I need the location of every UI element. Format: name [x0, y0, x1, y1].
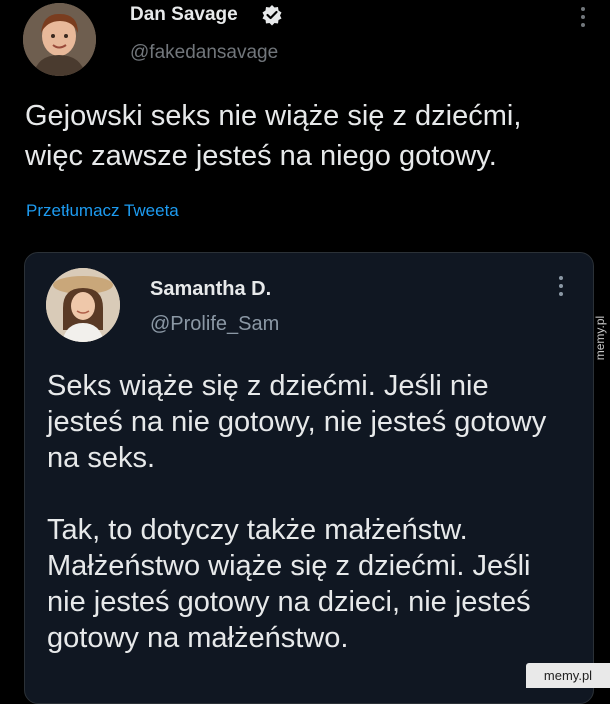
quoted-author-handle[interactable]: @Prolife_Sam: [150, 313, 279, 336]
more-vertical-icon[interactable]: [578, 7, 588, 31]
tweet: Dan Savage @fakedansavage Gejowski seks …: [0, 0, 610, 704]
side-watermark: memy.pl: [593, 315, 607, 361]
author-handle[interactable]: @fakedansavage: [130, 42, 278, 64]
corner-watermark: memy.pl: [526, 663, 610, 688]
more-vertical-icon[interactable]: [556, 276, 566, 300]
quoted-paragraph-2: Tak, to dotyczy także małżeństw. Małżeńs…: [47, 514, 531, 654]
quoted-author-avatar[interactable]: [46, 268, 120, 342]
verified-badge-icon: [261, 4, 283, 26]
author-name[interactable]: Dan Savage: [130, 4, 238, 26]
author-avatar[interactable]: [23, 3, 96, 76]
quoted-author-name[interactable]: Samantha D.: [150, 278, 271, 301]
quoted-tweet-text: Seks wiąże się z dziećmi. Jeśli nie jest…: [47, 368, 557, 656]
translate-tweet-link[interactable]: Przetłumacz Tweeta: [26, 201, 179, 221]
tweet-text: Gejowski seks nie wiąże się z dziećmi, w…: [25, 100, 522, 172]
quoted-paragraph-1: Seks wiąże się z dziećmi. Jeśli nie jest…: [47, 370, 547, 474]
